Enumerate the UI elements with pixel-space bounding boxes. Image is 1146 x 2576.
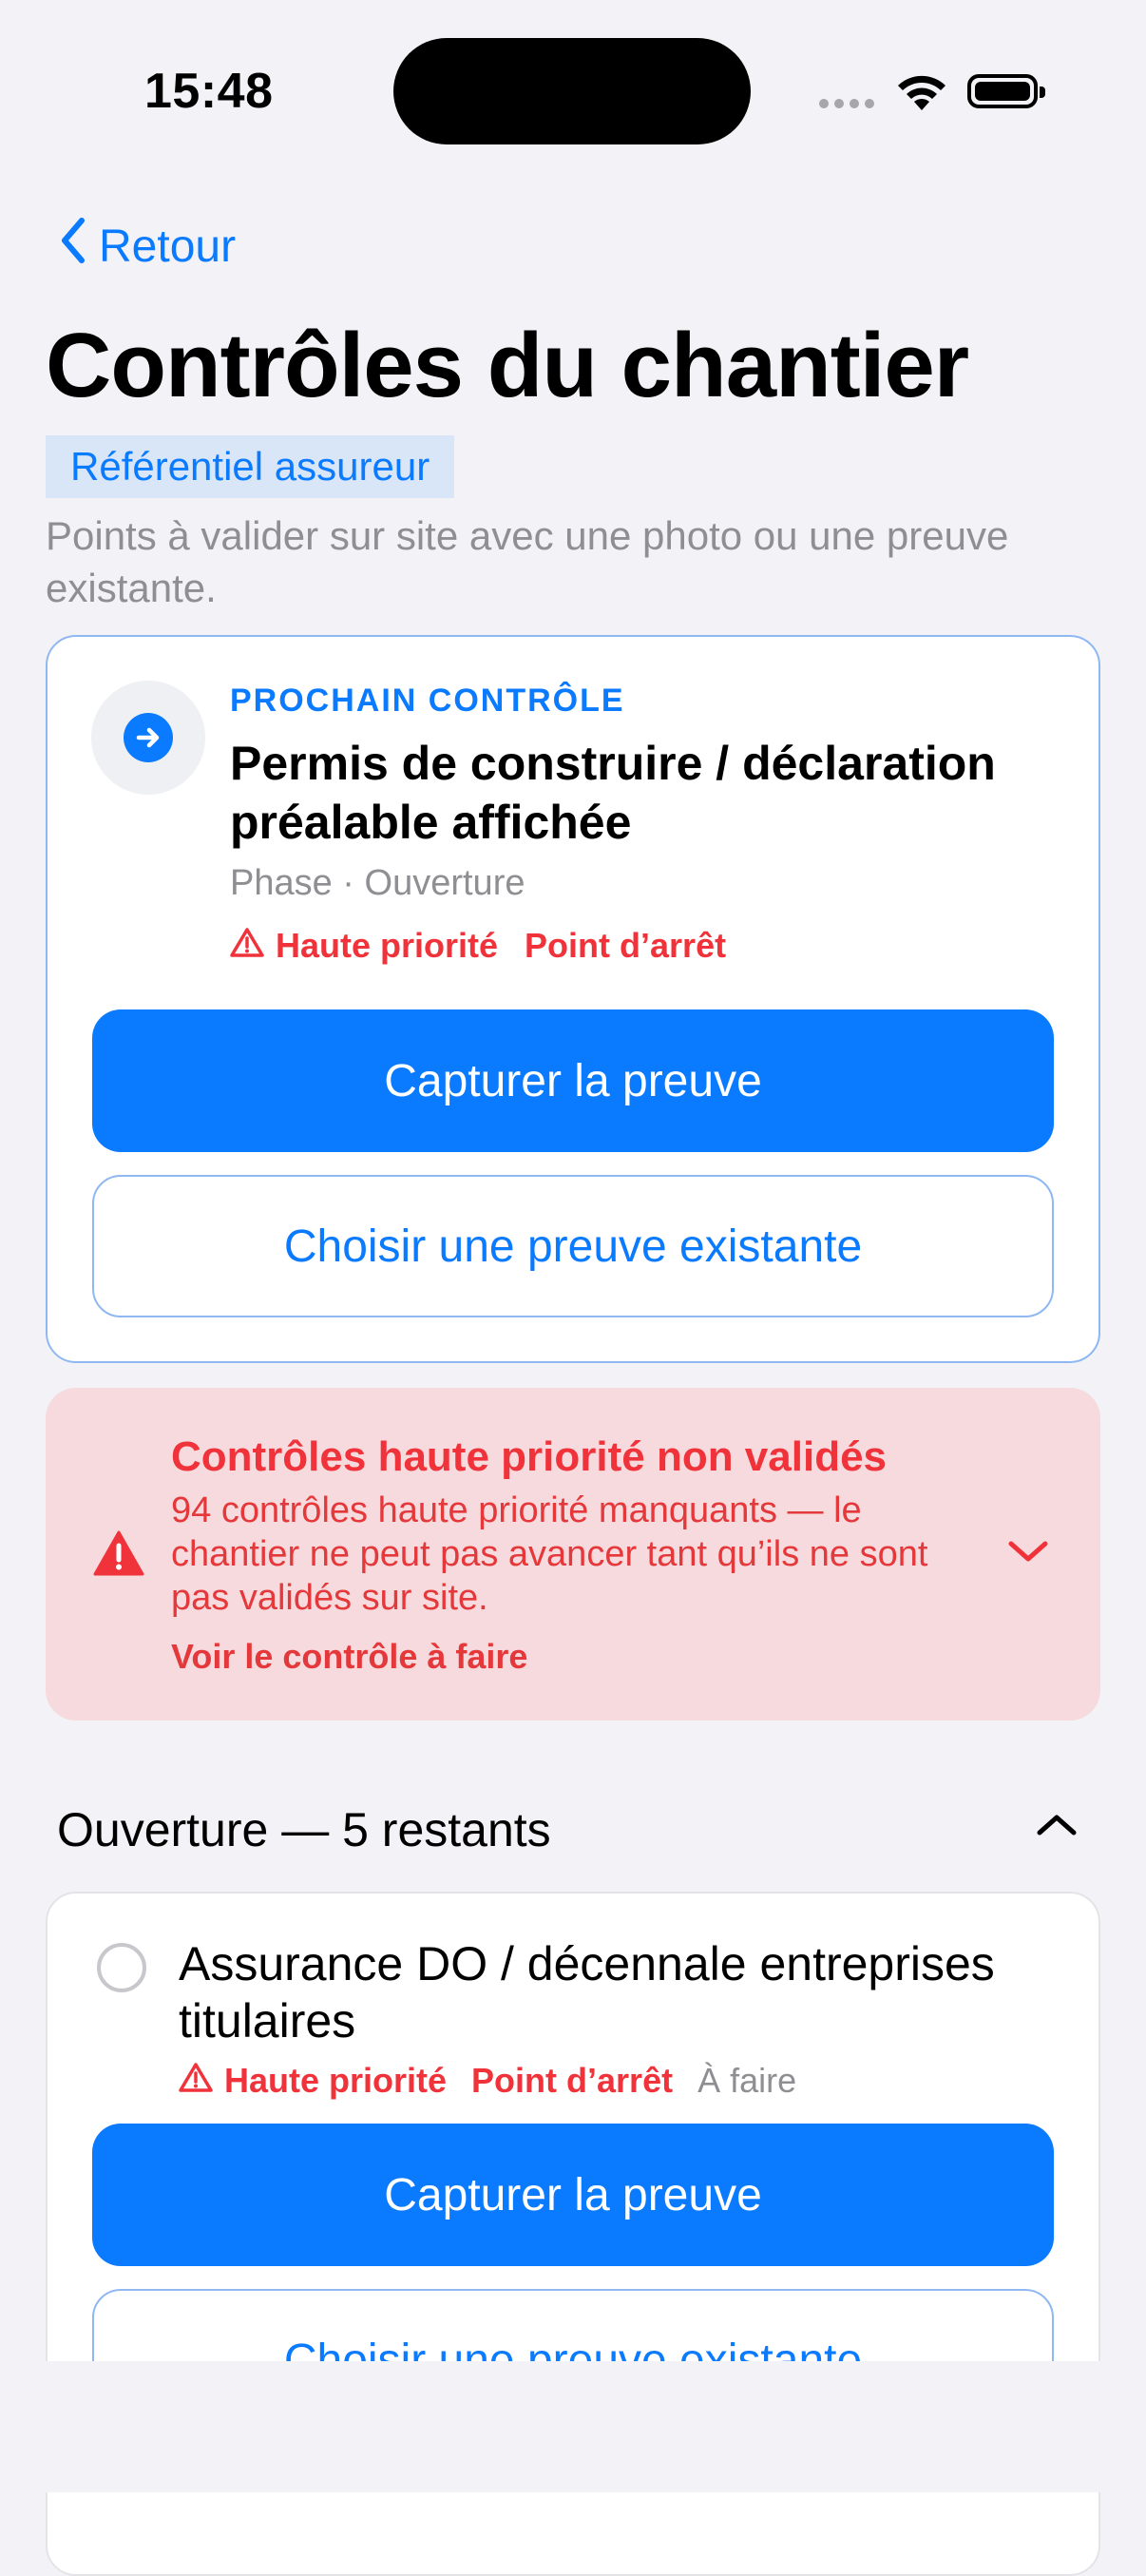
capture-proof-button[interactable]: Capturer la preuve	[92, 1009, 1054, 1152]
item-capture-proof-button[interactable]: Capturer la preuve	[92, 2124, 1054, 2266]
next-control-title: Permis de construire / déclaration préal…	[230, 737, 996, 849]
page-subtitle: Points à valider sur site avec une photo…	[46, 513, 1009, 610]
chevron-left-icon	[59, 217, 87, 276]
arrow-right-icon	[124, 713, 173, 762]
choose-existing-proof-button[interactable]: Choisir une preuve existante	[92, 1175, 1054, 1317]
battery-icon	[967, 74, 1045, 108]
status-time: 15:48	[144, 64, 274, 119]
next-control-eyebrow: PROCHAIN CONTRÔLE	[230, 682, 625, 719]
wifi-icon	[895, 70, 948, 117]
next-control-phase: Phase · Ouverture	[230, 863, 525, 903]
alert-see-control-link[interactable]: Voir le contrôle à faire	[171, 1637, 527, 1677]
warning-filled-icon	[93, 1530, 144, 1581]
dynamic-island	[393, 38, 751, 144]
status-badge: À faire	[697, 2061, 797, 2100]
stop-point-badge: Point d’arrêt	[525, 926, 727, 965]
page-title: Contrôles du chantier	[46, 315, 969, 416]
item-checkbox[interactable]	[97, 1943, 146, 1992]
bottom-clip-area	[0, 2361, 1146, 2492]
item-title: Assurance DO / décennale entreprises tit…	[179, 1937, 995, 2047]
item-badges: Haute priorité Point d’arrêt À faire	[179, 2061, 796, 2101]
chevron-down-icon[interactable]	[1007, 1538, 1049, 1569]
back-button[interactable]: Retour	[59, 217, 236, 276]
warning-icon	[179, 2061, 213, 2101]
alert-body: 94 contrôles haute priorité manquants — …	[171, 1490, 928, 1618]
chevron-up-icon[interactable]	[1036, 1812, 1078, 1843]
referential-tag: Référentiel assureur	[46, 435, 455, 498]
stop-point-badge: Point d’arrêt	[471, 2061, 674, 2100]
priority-badge: Haute priorité	[276, 926, 499, 965]
section-title: Ouverture — 5 restants	[57, 1803, 551, 1856]
next-control-badges: Haute priorité Point d’arrêt	[230, 926, 726, 966]
priority-badge: Haute priorité	[224, 2061, 448, 2100]
cellular-signal-icon	[819, 99, 874, 108]
warning-icon	[230, 926, 264, 966]
alert-title: Contrôles haute priorité non validés	[171, 1433, 888, 1480]
back-button-label: Retour	[99, 221, 237, 272]
